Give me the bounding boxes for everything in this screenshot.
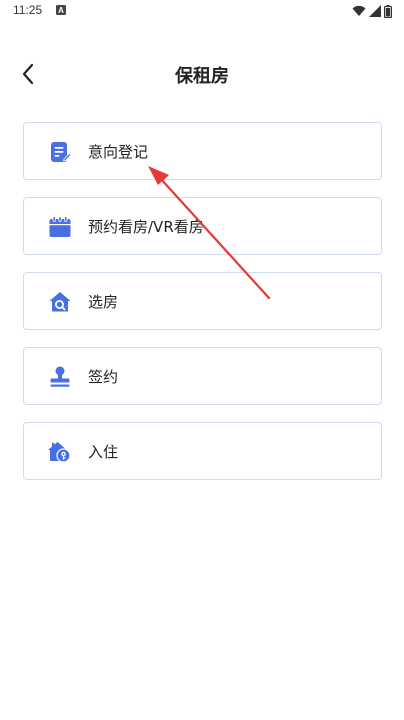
house-search-icon bbox=[49, 292, 71, 312]
menu-item-label: 选房 bbox=[88, 293, 119, 311]
stamp-icon bbox=[50, 366, 70, 387]
menu-item-label: 预约看房/VR看房 bbox=[88, 218, 204, 236]
menu-item-intent-registration[interactable]: 意向登记 bbox=[23, 122, 382, 180]
svg-text:A: A bbox=[58, 6, 64, 15]
house-key-icon bbox=[48, 442, 71, 463]
menu-item-signing[interactable]: 签约 bbox=[23, 347, 382, 405]
status-time: 11:25 bbox=[13, 3, 43, 17]
notification-a-icon: A bbox=[56, 5, 66, 15]
menu-item-label: 意向登记 bbox=[88, 143, 149, 161]
document-edit-icon bbox=[51, 142, 72, 162]
header: 保租房 bbox=[0, 52, 404, 96]
calendar-icon bbox=[49, 216, 71, 237]
menu-item-label: 签约 bbox=[88, 368, 119, 386]
wifi-icon bbox=[352, 5, 366, 16]
menu-item-viewing-appointment[interactable]: 预约看房/VR看房 bbox=[23, 197, 382, 255]
menu-item-check-in[interactable]: 入住 bbox=[23, 422, 382, 480]
status-bar: 11:25 A bbox=[0, 0, 404, 24]
menu-item-room-selection[interactable]: 选房 bbox=[23, 272, 382, 330]
menu-list: 意向登记 预约看房/VR看房 选房 签约 入住 bbox=[23, 122, 382, 497]
signal-icon bbox=[369, 5, 381, 17]
menu-item-label: 入住 bbox=[88, 443, 119, 461]
battery-icon bbox=[384, 4, 392, 18]
page-title: 保租房 bbox=[175, 66, 229, 87]
status-icons bbox=[352, 4, 392, 18]
